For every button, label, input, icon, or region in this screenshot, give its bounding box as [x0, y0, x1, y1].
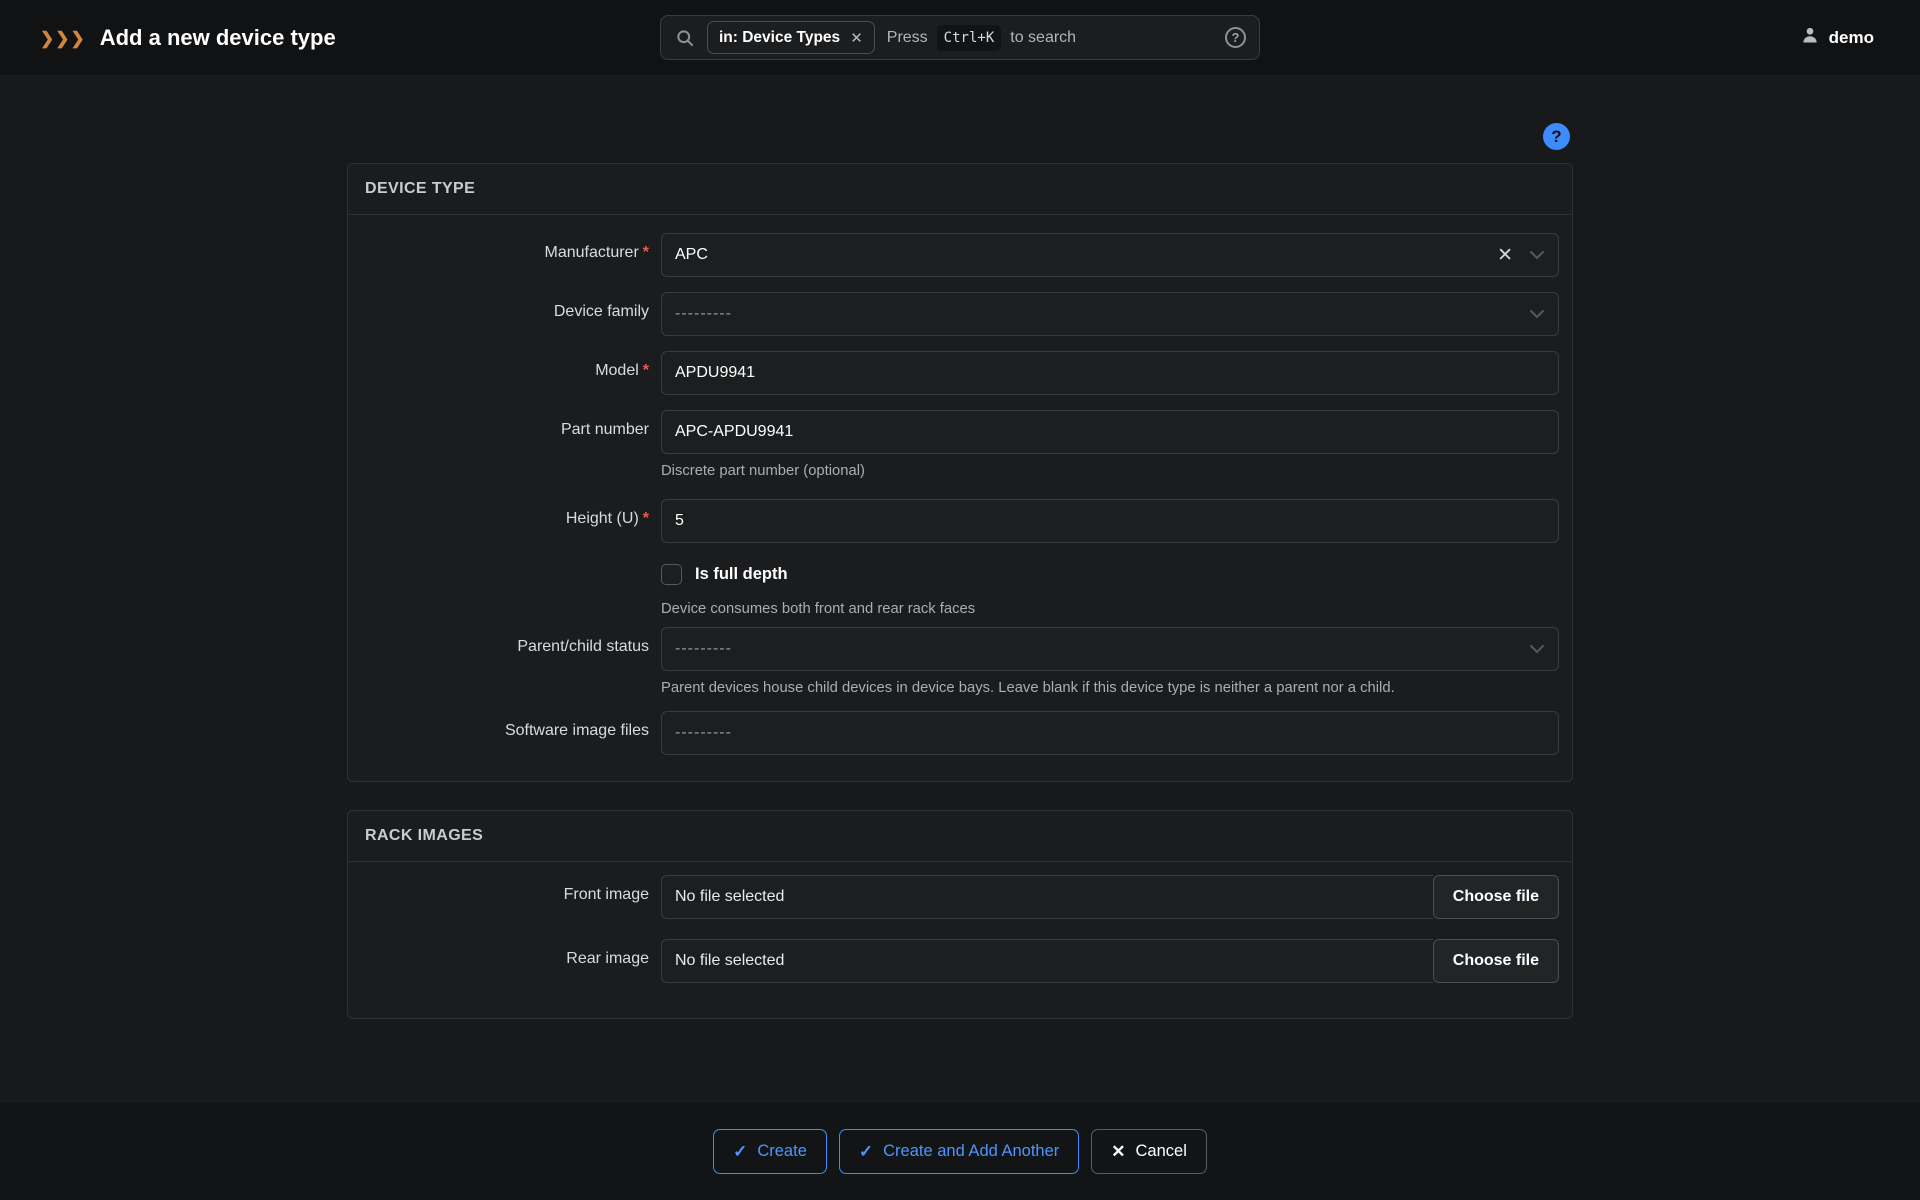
chevron-down-icon	[1529, 250, 1545, 260]
rear-image-label: Rear image	[348, 939, 649, 983]
check-icon: ✓	[859, 1142, 873, 1162]
front-image-file-status: No file selected	[661, 875, 1433, 919]
search-hint: Press Ctrl+K to search	[887, 25, 1076, 51]
chevron-down-icon	[1529, 309, 1545, 319]
part-number-label: Part number	[348, 410, 649, 479]
search-filter-chip[interactable]: in: Device Types ✕	[707, 21, 875, 54]
device-type-card-title: DEVICE TYPE	[348, 164, 1572, 215]
manufacturer-clear-icon[interactable]: ✕	[1497, 246, 1513, 265]
required-asterisk: *	[643, 362, 649, 379]
is-full-depth-row: Is full depth Device consumes both front…	[348, 564, 1572, 617]
breadcrumb: ❯❯❯ Add a new device type	[40, 25, 336, 51]
part-number-help: Discrete part number (optional)	[661, 463, 1559, 479]
parent-child-select[interactable]: ---------	[661, 627, 1559, 671]
height-label: Height (U)*	[348, 499, 649, 543]
cancel-button-label: Cancel	[1136, 1142, 1187, 1161]
breadcrumb-arrows-icon: ❯❯❯	[40, 29, 86, 49]
front-image-row: Front image No file selected Choose file	[348, 875, 1572, 919]
software-image-files-placeholder: ---------	[675, 724, 732, 742]
model-label: Model*	[348, 351, 649, 395]
rack-images-card-title: RACK IMAGES	[348, 811, 1572, 862]
device-family-label: Device family	[348, 292, 649, 336]
search-help-icon[interactable]: ?	[1225, 27, 1246, 48]
ctrl-k-kbd: Ctrl+K	[937, 25, 1002, 51]
search-filter-chip-label: in: Device Types	[719, 29, 840, 47]
device-family-row: Device family ---------	[348, 292, 1572, 336]
chip-clear-icon[interactable]: ✕	[850, 29, 863, 47]
height-input[interactable]	[661, 499, 1559, 543]
software-image-files-select[interactable]: ---------	[661, 711, 1559, 755]
rear-image-row: Rear image No file selected Choose file	[348, 939, 1572, 983]
manufacturer-select[interactable]: APC ✕	[661, 233, 1559, 277]
create-and-add-another-button[interactable]: ✓ Create and Add Another	[839, 1129, 1079, 1174]
user-icon	[1800, 25, 1820, 50]
part-number-row: Part number Discrete part number (option…	[348, 410, 1572, 479]
parent-child-help: Parent devices house child devices in de…	[661, 680, 1559, 696]
main-content: ? DEVICE TYPE Manufacturer* APC ✕	[0, 75, 1920, 1085]
search-hint-suffix: to search	[1010, 29, 1076, 47]
software-image-files-label: Software image files	[348, 711, 649, 755]
front-image-choose-file-button[interactable]: Choose file	[1433, 875, 1559, 919]
front-image-label: Front image	[348, 875, 649, 919]
is-full-depth-checkbox[interactable]	[661, 564, 682, 585]
global-search-input[interactable]: in: Device Types ✕ Press Ctrl+K to searc…	[660, 15, 1260, 60]
model-input[interactable]	[661, 351, 1559, 395]
create-button-label: Create	[757, 1142, 807, 1161]
check-icon: ✓	[733, 1142, 747, 1162]
is-full-depth-label[interactable]: Is full depth	[695, 565, 788, 584]
rear-image-file-status: No file selected	[661, 939, 1433, 983]
user-menu[interactable]: demo	[1800, 25, 1874, 50]
height-row: Height (U)*	[348, 499, 1572, 543]
create-and-add-another-label: Create and Add Another	[883, 1142, 1059, 1161]
model-row: Model*	[348, 351, 1572, 395]
parent-child-label: Parent/child status	[348, 627, 649, 696]
rack-images-card: RACK IMAGES Front image No file selected…	[347, 810, 1573, 1019]
username: demo	[1829, 28, 1874, 48]
rear-image-choose-file-button[interactable]: Choose file	[1433, 939, 1559, 983]
form-actions-bar: ✓ Create ✓ Create and Add Another ✕ Canc…	[0, 1103, 1920, 1200]
device-family-select[interactable]: ---------	[661, 292, 1559, 336]
is-full-depth-help: Device consumes both front and rear rack…	[661, 601, 1559, 617]
search-hint-prefix: Press	[887, 29, 928, 47]
manufacturer-label: Manufacturer*	[348, 233, 649, 277]
page-title: Add a new device type	[100, 25, 336, 51]
top-navbar: ❯❯❯ Add a new device type in: Device Typ…	[0, 0, 1920, 75]
form-help-icon[interactable]: ?	[1543, 123, 1570, 150]
chevron-down-icon	[1529, 644, 1545, 654]
required-asterisk: *	[643, 510, 649, 527]
software-image-files-row: Software image files ---------	[348, 711, 1572, 755]
required-asterisk: *	[643, 244, 649, 261]
is-full-depth-spacer	[348, 564, 649, 617]
create-button[interactable]: ✓ Create	[713, 1129, 827, 1174]
parent-child-row: Parent/child status --------- Parent dev…	[348, 627, 1572, 696]
device-family-placeholder: ---------	[675, 305, 732, 323]
parent-child-placeholder: ---------	[675, 640, 732, 658]
cancel-button[interactable]: ✕ Cancel	[1091, 1129, 1207, 1174]
manufacturer-row: Manufacturer* APC ✕	[348, 233, 1572, 277]
close-icon: ✕	[1111, 1142, 1125, 1162]
search-icon	[675, 28, 695, 48]
manufacturer-value: APC	[675, 246, 708, 264]
part-number-input[interactable]	[661, 410, 1559, 454]
device-type-card: DEVICE TYPE Manufacturer* APC ✕	[347, 163, 1573, 782]
